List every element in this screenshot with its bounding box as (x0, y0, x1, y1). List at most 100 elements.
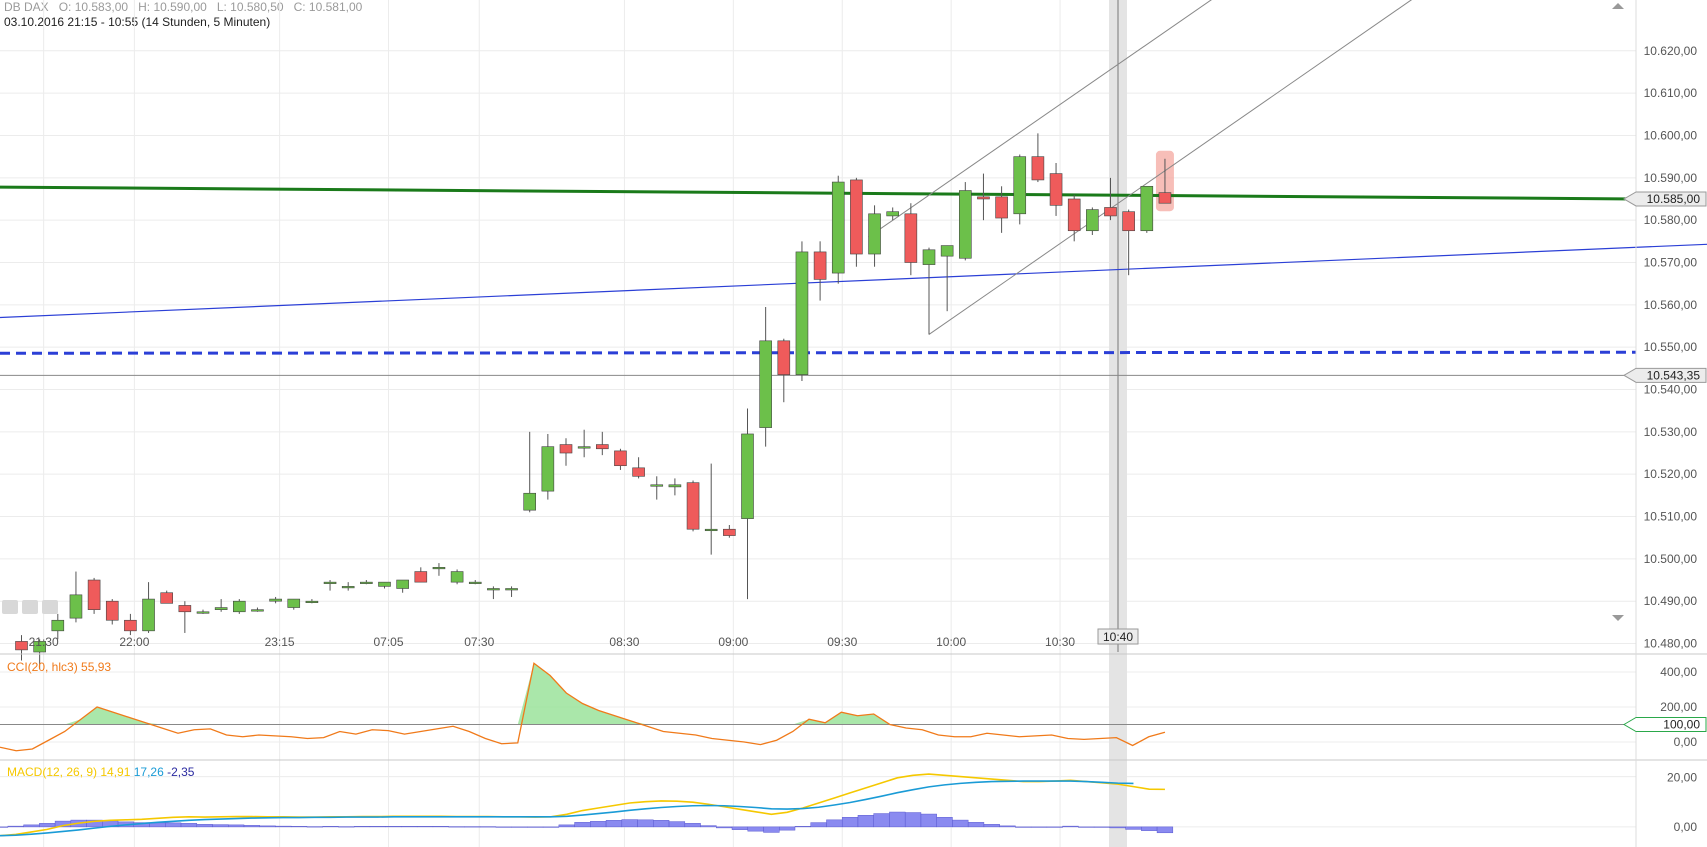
candle-down[interactable] (1049, 173, 1063, 206)
candle-up[interactable] (958, 190, 972, 259)
macd-histogram-bar (952, 819, 969, 828)
candle-up[interactable] (795, 251, 809, 375)
candle-up[interactable] (432, 567, 446, 570)
candle-up[interactable] (831, 181, 845, 274)
chart-window: DB DAX O: 10.583,00 H: 10.590,00 L: 10.5… (0, 0, 1707, 847)
candle-down[interactable] (777, 340, 791, 375)
candle-up[interactable] (214, 607, 228, 610)
cci-tick-label: 400,00 (1660, 665, 1697, 679)
candle-up[interactable] (759, 340, 772, 428)
macd-histogram-bar (338, 826, 355, 828)
candle-up[interactable] (704, 528, 718, 532)
macd-histogram-bar (23, 824, 40, 828)
candle-up[interactable] (1013, 156, 1027, 215)
price-tick-label: 10.620,00 (1644, 44, 1698, 58)
macd-histogram-bar (731, 826, 749, 830)
candle-down[interactable] (1122, 211, 1135, 232)
macd-histogram-bar (0, 826, 9, 828)
candle-up[interactable] (69, 594, 83, 619)
chart-tool-button[interactable] (42, 600, 58, 614)
macd-series-line[interactable] (0, 780, 1134, 837)
price-tick-label: 10.590,00 (1644, 171, 1698, 185)
candle-up[interactable] (450, 571, 464, 583)
candle-up[interactable] (505, 588, 518, 591)
price-tick-label: 10.540,00 (1644, 383, 1698, 397)
price-tick-label: 10.520,00 (1644, 467, 1698, 481)
macd-histogram-bar (448, 826, 465, 828)
candle-up[interactable] (922, 249, 936, 265)
candle-up[interactable] (577, 446, 591, 449)
rising-trend-line[interactable] (0, 243, 1707, 319)
candle-up[interactable] (269, 598, 282, 602)
candle-down[interactable] (977, 196, 990, 200)
candle-down[interactable] (904, 213, 918, 263)
candle-up[interactable] (360, 581, 373, 584)
candle-down[interactable] (1158, 192, 1172, 204)
candle-up[interactable] (378, 581, 391, 587)
macd-histogram-bar (275, 825, 292, 828)
candle-down[interactable] (632, 467, 645, 477)
candle-up[interactable] (396, 579, 409, 589)
macd-histogram-bar (983, 824, 1000, 828)
candle-up[interactable] (1086, 209, 1099, 232)
candle-up[interactable] (468, 581, 482, 584)
candle-down[interactable] (160, 592, 173, 604)
candle-down[interactable] (124, 619, 137, 632)
channel-lower-line[interactable] (928, 0, 1460, 335)
scroll-down-icon[interactable] (1612, 615, 1624, 621)
candle-down[interactable] (614, 450, 627, 467)
candle-down[interactable] (105, 600, 119, 621)
candle-up[interactable] (305, 600, 319, 603)
candle-down[interactable] (995, 196, 1008, 219)
price-tick-label: 10.490,00 (1644, 594, 1698, 608)
support-line[interactable] (0, 185, 1637, 201)
candle-up[interactable] (886, 211, 900, 217)
candle-up[interactable] (1140, 185, 1154, 232)
dashed-level-line[interactable] (0, 350, 1637, 355)
candle-down[interactable] (414, 571, 428, 583)
candle-up[interactable] (741, 433, 754, 519)
candle-down[interactable] (813, 251, 827, 280)
candle-down[interactable] (1104, 207, 1117, 217)
candle-down[interactable] (178, 605, 192, 613)
macd-histogram-bar (416, 826, 434, 828)
candle-up[interactable] (196, 611, 210, 614)
candle-down[interactable] (850, 179, 863, 255)
candle-up[interactable] (523, 492, 537, 511)
candle-down[interactable] (1067, 198, 1081, 232)
candle-up[interactable] (51, 619, 65, 632)
candle-down[interactable] (686, 482, 700, 530)
price-chart-svg[interactable]: 10.480,00 10.490,00 10.500,00 10.510,00 10.5… (0, 0, 1707, 847)
candle-up[interactable] (650, 484, 664, 487)
candle-up[interactable] (251, 609, 264, 612)
candle-up[interactable] (323, 581, 337, 584)
candle-down[interactable] (15, 641, 28, 651)
channel-upper-line[interactable] (868, 0, 1260, 238)
scroll-up-icon[interactable] (1612, 3, 1624, 9)
candle-up[interactable] (668, 484, 682, 488)
macd-histogram-bar (558, 824, 575, 828)
candle-up[interactable] (233, 600, 246, 613)
candle-up[interactable] (940, 245, 954, 257)
candle-up[interactable] (487, 588, 500, 591)
macd-histogram-bar (841, 817, 859, 828)
candle-down[interactable] (559, 444, 573, 454)
chart-tool-button[interactable] (2, 600, 18, 614)
candle-down[interactable] (595, 444, 609, 450)
macd-histogram-bar (904, 812, 922, 828)
candle-up[interactable] (287, 598, 301, 608)
candle-up[interactable] (868, 213, 881, 255)
macd-histogram-bar (1046, 826, 1063, 828)
macd-histogram-bar (1062, 825, 1079, 828)
chart-tool-button[interactable] (22, 600, 38, 614)
candle-down[interactable] (1031, 156, 1045, 181)
candle-down[interactable] (723, 528, 736, 536)
price-tick-label: 10.570,00 (1644, 255, 1698, 269)
candle-up[interactable] (142, 598, 155, 632)
candle-up[interactable] (341, 586, 355, 589)
candle-down[interactable] (87, 579, 101, 610)
macd-histogram-bar (1141, 826, 1158, 831)
candle-up[interactable] (541, 446, 555, 492)
price-tick-label: 10.480,00 (1644, 637, 1698, 651)
macd-histogram-bar (196, 824, 213, 828)
